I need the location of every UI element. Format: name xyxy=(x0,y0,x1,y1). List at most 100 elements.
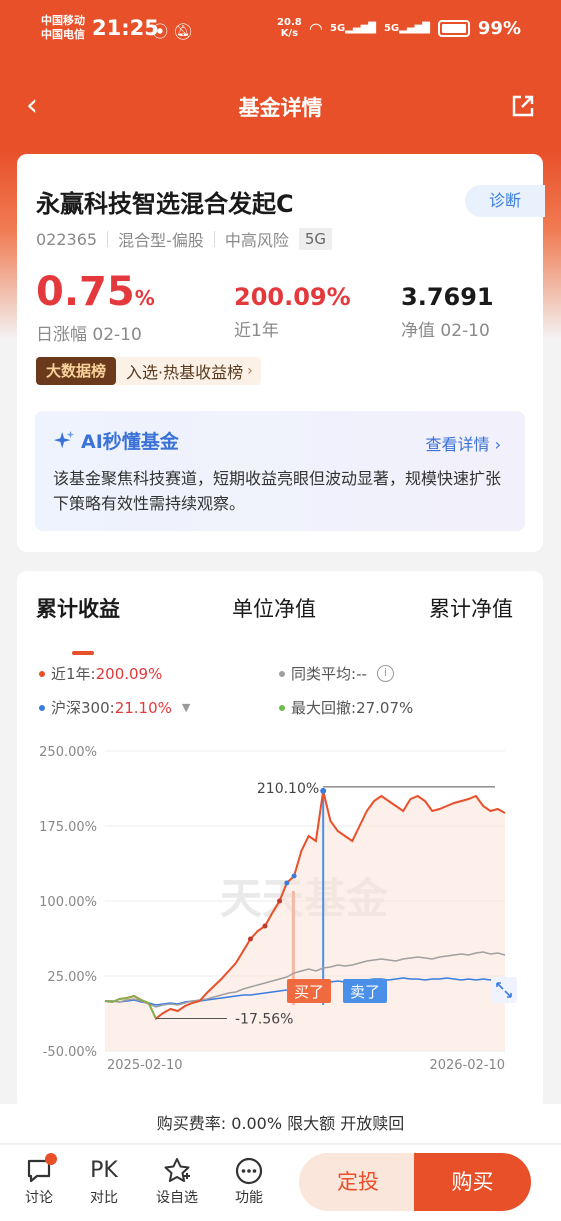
nav-bar: ‹ 基金详情 xyxy=(0,80,561,134)
chat-bubble-icon xyxy=(11,1153,67,1187)
status-bar: 中国移动 中国电信 21:25 ⦿ 🔕︎ 20.8 K/s ◠ 5G▂▄▆█ 5… xyxy=(0,0,561,60)
add-watchlist-label: 设自选 xyxy=(156,1190,198,1206)
buy-button[interactable]: 购买 xyxy=(414,1153,531,1211)
carrier-info: 中国移动 中国电信 xyxy=(41,14,85,42)
status-icons: ⦿ 🔕︎ xyxy=(152,18,193,42)
chevron-right-icon: › xyxy=(494,435,501,454)
functions-button[interactable]: 功能 xyxy=(221,1155,277,1207)
carrier-1: 中国移动 xyxy=(41,14,85,27)
big-data-rank-tag: 大数据榜 xyxy=(36,357,117,385)
ai-summary-text: 该基金聚焦科技赛道，短期收益亮眼但波动显著，规模快速扩张下策略有效性需持续观察。 xyxy=(53,469,502,513)
info-icon[interactable]: i xyxy=(376,665,394,682)
rank-text: 入选·热基收益榜 xyxy=(126,363,244,382)
ai-title-text: AI秒懂基金 xyxy=(81,431,179,453)
discuss-button[interactable]: 讨论 xyxy=(11,1153,67,1207)
legend-index[interactable]: 沪深300: 21.10% ▼ xyxy=(39,697,190,718)
share-icon[interactable] xyxy=(511,94,535,118)
one-year-label: 近1年 xyxy=(234,321,279,341)
legend-index-label: 沪深300: xyxy=(51,699,115,717)
caret-down-icon: ▼ xyxy=(181,701,191,714)
trade-point xyxy=(291,873,297,879)
ai-more-link[interactable]: 查看详情 › xyxy=(425,431,501,455)
speed-unit: K/s xyxy=(280,28,299,39)
tab-cumulative-nav[interactable]: 累计净值 xyxy=(429,593,513,623)
trade-point xyxy=(247,936,253,942)
fund-risk: 中高风险 xyxy=(224,231,289,250)
y-tick-label: -50.00% xyxy=(43,1045,97,1060)
trade-point xyxy=(284,880,290,886)
compare-label: 对比 xyxy=(90,1190,118,1206)
legend-drawdown-value: 27.07% xyxy=(356,698,414,717)
legend-index-value: 21.10% xyxy=(114,698,172,717)
carrier-2: 中国电信 xyxy=(41,28,85,41)
chevron-right-icon: › xyxy=(247,363,253,379)
pk-icon: PK xyxy=(90,1158,118,1183)
x-tick-label: 2026-02-10 xyxy=(429,1058,505,1071)
more-circle-icon xyxy=(221,1155,277,1187)
legend-fund-value: 200.09% xyxy=(95,664,163,683)
legend-dot xyxy=(39,670,45,677)
legend-dot xyxy=(279,670,285,677)
legend-drawdown: 最大回撤: 27.07% xyxy=(279,697,413,718)
fund-info-card: 永赢科技智选混合发起C 诊断 022365 混合型-偏股 中高风险 5G 0.7… xyxy=(17,154,545,552)
legend-fund-label: 近1年: xyxy=(51,665,96,683)
daily-change-value: 0.75 xyxy=(36,269,135,315)
daily-change-label: 日涨幅 02-10 xyxy=(36,325,142,345)
y-tick-label: 25.00% xyxy=(47,970,97,985)
compare-button[interactable]: PK 对比 xyxy=(76,1155,132,1207)
tab-cumulative-return[interactable]: 累计收益 xyxy=(36,593,120,623)
sparkle-icon xyxy=(53,430,75,448)
one-year-stat: 200.09% 近1年 xyxy=(234,282,351,341)
bottom-action-bar: 讨论 PK 对比 设自选 功能 定投 购买 xyxy=(0,1145,561,1221)
discuss-label: 讨论 xyxy=(25,1190,53,1206)
legend-dot xyxy=(279,704,285,711)
wifi-icon: ◠ xyxy=(309,18,323,38)
fund-code: 022365 xyxy=(36,229,98,249)
x-tick-label: 2025-02-10 xyxy=(107,1058,183,1071)
fund-name: 永赢科技智选混合发起C xyxy=(36,190,294,218)
add-watchlist-button[interactable]: 设自选 xyxy=(149,1155,205,1207)
y-tick-label: 100.00% xyxy=(39,895,97,910)
ai-summary-box: AI秒懂基金 查看详情 › 该基金聚焦科技赛道，短期收益亮眼但波动显著，规模快速… xyxy=(35,411,525,531)
buy-tag-label: 买了 xyxy=(294,983,324,1001)
nav-value: 3.7691 xyxy=(401,283,494,311)
mute-bell-icon: 🔕︎ xyxy=(173,22,194,41)
max-label: 210.10% xyxy=(257,781,319,797)
expand-icon[interactable] xyxy=(491,977,517,1003)
auto-invest-button[interactable]: 定投 xyxy=(299,1153,417,1211)
min-label: -17.56% xyxy=(235,1012,293,1028)
tab-unit-nav[interactable]: 单位净值 xyxy=(232,593,316,623)
legend-peer: 同类平均: -- i xyxy=(279,663,394,684)
nav-label: 净值 02-10 xyxy=(401,321,490,341)
trade-point xyxy=(262,923,268,929)
fund-theme-tag[interactable]: 5G xyxy=(298,228,333,250)
battery-level: 99% xyxy=(477,17,521,39)
notification-dot xyxy=(45,1153,57,1165)
diagnose-button[interactable]: 诊断 xyxy=(465,185,545,217)
daily-change-stat: 0.75% 日涨幅 02-10 xyxy=(36,270,155,345)
sell-tag-label: 卖了 xyxy=(350,983,380,1001)
nav-stat: 3.7691 净值 02-10 xyxy=(401,282,494,341)
star-plus-icon xyxy=(149,1155,205,1187)
signal-5g-icon-1: 5G▂▄▆█ xyxy=(330,22,376,34)
divider xyxy=(107,231,109,247)
return-chart[interactable]: 250.00% 175.00% 100.00% 25.00% -50.00% 2025-0… xyxy=(17,741,543,1071)
tab-underline xyxy=(72,651,94,655)
y-tick-label: 175.00% xyxy=(39,820,97,835)
location-icon: ⦿ xyxy=(152,22,169,41)
fee-info: 购买费率: 0.00% 限大额 开放赎回 xyxy=(0,1104,561,1144)
legend-fund: 近1年: 200.09% xyxy=(39,663,162,684)
legend-dot xyxy=(39,704,45,711)
rank-banner[interactable]: 大数据榜 入选·热基收益榜 › xyxy=(36,357,261,385)
battery-icon xyxy=(437,19,470,37)
functions-label: 功能 xyxy=(235,1190,263,1206)
divider xyxy=(213,231,215,247)
fund-type: 混合型-偏股 xyxy=(118,231,204,250)
max-point xyxy=(320,787,327,794)
ai-more-text: 查看详情 xyxy=(425,435,490,454)
legend-peer-label: 同类平均: xyxy=(291,665,357,683)
trade-point xyxy=(277,898,283,904)
chart-card: 累计收益 单位净值 累计净值 近1年: 200.09% 同类平均: -- i 沪… xyxy=(17,571,543,1111)
speed-value: 20.8 xyxy=(277,17,302,28)
status-right: 20.8 K/s ◠ 5G▂▄▆█ 5G▂▄▆█ 99% xyxy=(277,17,521,39)
